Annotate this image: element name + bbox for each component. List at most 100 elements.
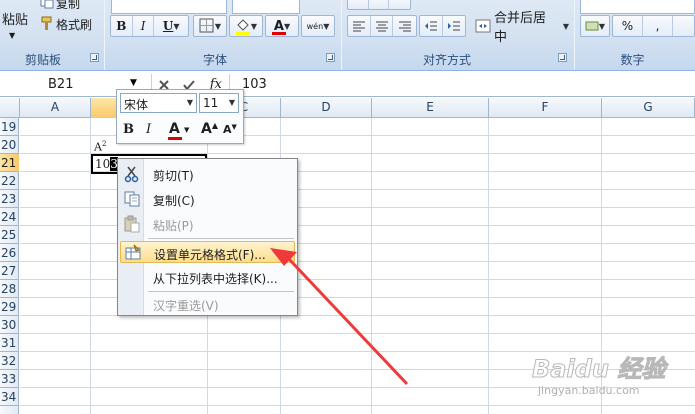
number-format-combo[interactable] (580, 0, 695, 14)
more-number-button[interactable] (673, 16, 694, 36)
ribbon-divider (341, 0, 342, 70)
row-header-21[interactable]: 21 (0, 154, 19, 172)
currency-dropdown-icon: ▼ (598, 21, 606, 31)
alignment-launcher-icon[interactable] (558, 53, 567, 62)
cell-b21[interactable]: 103 (95, 157, 118, 171)
name-box-dropdown-icon[interactable]: ▼ (130, 78, 137, 88)
row-header-31[interactable]: 31 (0, 334, 19, 352)
column-header-d[interactable]: D (281, 98, 372, 118)
percent-button[interactable]: % (613, 16, 643, 36)
column-header-g[interactable]: G (602, 98, 695, 118)
decrease-indent-icon (424, 21, 437, 31)
align-middle-button[interactable] (369, 0, 390, 9)
vertical-align-buttons (347, 0, 411, 10)
underline-button[interactable]: U ▼ (154, 16, 188, 36)
menu-item-cut[interactable]: 剪切(T) (120, 163, 295, 185)
menu-item-format-cells[interactable]: 设置单元格格式(F)... (120, 241, 295, 263)
italic-button[interactable]: I (133, 16, 155, 36)
row-header-26[interactable]: 26 (0, 244, 19, 262)
mini-italic-button[interactable]: I (146, 122, 151, 137)
row-header-22[interactable]: 22 (0, 172, 19, 190)
row-header-34[interactable]: 34 (0, 388, 19, 406)
row-header-19[interactable]: 19 (0, 118, 19, 136)
row-header-23[interactable]: 23 (0, 190, 19, 208)
mini-font-color-dropdown-icon: ▼ (184, 126, 190, 134)
font-color-dropdown-icon: ▼ (283, 21, 291, 31)
borders-button[interactable]: ▼ (193, 15, 227, 37)
mini-font-name: 宋体 (124, 98, 149, 112)
cell-b20-superscript: 2 (101, 140, 107, 148)
row-header-20[interactable]: 20 (0, 136, 19, 154)
menu-item-copy[interactable]: 复制(C) (120, 188, 295, 210)
merge-center-label: 合并后居中 (493, 11, 546, 45)
mini-font-size: 11 (203, 96, 219, 110)
merge-center-icon (475, 19, 491, 33)
menu-separator (148, 238, 294, 239)
clipboard-launcher-icon[interactable] (90, 53, 99, 62)
align-top-button[interactable] (348, 0, 369, 9)
paste-button[interactable]: 粘贴 (2, 9, 28, 28)
number-group-label: 数字 (620, 53, 645, 67)
fill-color-icon (235, 19, 250, 35)
row-header-30[interactable]: 30 (0, 316, 19, 334)
currency-button[interactable]: ▼ (580, 15, 610, 37)
fill-color-dropdown-icon: ▼ (250, 21, 258, 31)
merge-center-dropdown-icon: ▼ (562, 21, 569, 31)
menu-item-reconvert[interactable]: 汉字重选(V) (120, 293, 295, 315)
row-header-32[interactable]: 32 (0, 352, 19, 370)
select-all-corner[interactable] (0, 98, 20, 118)
mini-font-size-dropdown-icon[interactable]: ▼ (229, 98, 235, 107)
column-header-f[interactable]: F (489, 98, 602, 118)
cell-b20-base: A (94, 140, 102, 154)
menu-item-paste[interactable]: 粘贴(P) (120, 213, 295, 235)
mini-font-size-combo[interactable]: 11 ▼ (199, 93, 239, 113)
mini-font-color-button[interactable]: A ▼ (167, 119, 195, 141)
mini-font-name-combo[interactable]: 宋体 ▼ (120, 93, 197, 113)
mini-font-color-swatch (168, 137, 182, 140)
merge-center-button[interactable]: 合并后居中 ▼ (470, 11, 570, 45)
cancel-icon[interactable] (159, 79, 169, 90)
watermark-logo-text: Baidu 经验 (531, 355, 666, 384)
mini-font-name-dropdown-icon[interactable]: ▼ (187, 98, 193, 107)
underline-dropdown-icon: ▼ (173, 21, 180, 31)
baidu-jingyan-watermark: Baidu 经验 jingyan.baidu.com (531, 344, 682, 404)
comma-button[interactable]: , (643, 16, 673, 36)
align-right-button[interactable] (393, 16, 416, 36)
cell-b20[interactable]: A2 (94, 140, 106, 154)
formula-value[interactable]: 103 (242, 77, 267, 92)
row-header-27[interactable]: 27 (0, 262, 19, 280)
align-center-icon (375, 21, 388, 32)
menu-item-pick-from-list[interactable]: 从下拉列表中选择(K)... (120, 266, 295, 288)
mini-bold-button[interactable]: B (123, 122, 134, 137)
decrease-indent-button[interactable] (420, 16, 443, 36)
mini-toolbar: 宋体 ▼ 11 ▼ B I A ▼ A▲ A▼ (116, 89, 244, 144)
ribbon-font-size-combo[interactable] (232, 0, 300, 14)
row-header-29[interactable]: 29 (0, 298, 19, 316)
align-center-button[interactable] (371, 16, 394, 36)
row-header-28[interactable]: 28 (0, 280, 19, 298)
phonetic-button[interactable]: wén ▼ (301, 15, 335, 37)
mini-font-color-letter: A (169, 121, 180, 137)
increase-indent-button[interactable] (443, 16, 465, 36)
column-header-e[interactable]: E (372, 98, 489, 118)
grow-font-button[interactable]: A▲ (201, 121, 218, 137)
percent-comma-buttons: % , (612, 15, 695, 37)
align-left-button[interactable] (348, 16, 371, 36)
menu-item-paste-label: 粘贴(P) (153, 219, 194, 233)
indent-buttons (419, 15, 466, 37)
shrink-font-label: A (223, 123, 232, 136)
menu-item-copy-label: 复制(C) (153, 194, 195, 208)
enter-check-icon[interactable] (183, 79, 196, 90)
paste-dropdown-icon[interactable]: ▼ (9, 31, 15, 40)
row-header-25[interactable]: 25 (0, 226, 19, 244)
column-header-a[interactable]: A (20, 98, 91, 118)
align-bottom-button[interactable] (389, 0, 410, 9)
ribbon-font-name-combo[interactable] (111, 0, 227, 14)
bold-button[interactable]: B (111, 16, 133, 36)
font-launcher-icon[interactable] (326, 53, 335, 62)
shrink-font-button[interactable]: A▼ (223, 123, 237, 136)
fill-color-button[interactable]: ▼ (229, 15, 263, 37)
row-header-24[interactable]: 24 (0, 208, 19, 226)
row-header-33[interactable]: 33 (0, 370, 19, 388)
font-color-button[interactable]: A ▼ (265, 15, 299, 37)
